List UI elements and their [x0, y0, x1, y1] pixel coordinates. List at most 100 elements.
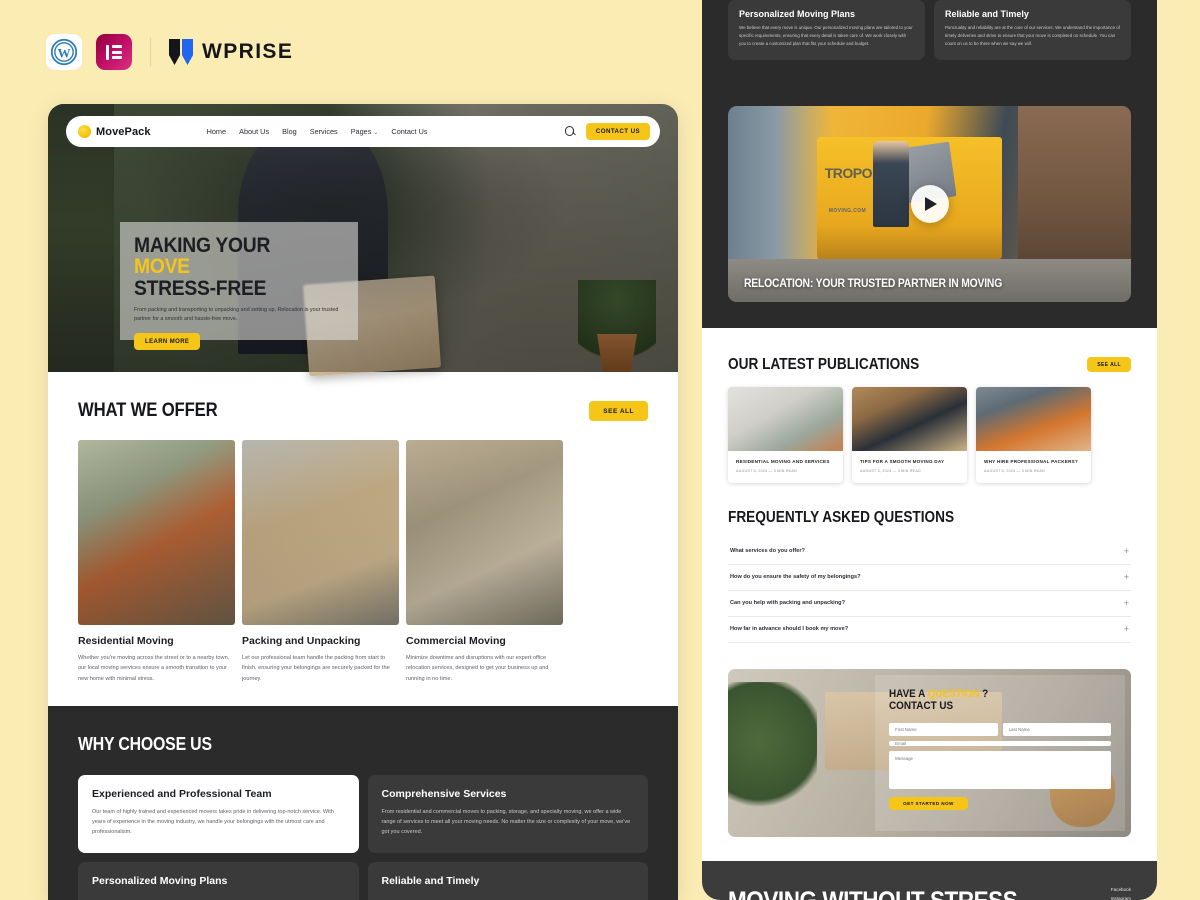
offer-see-all-button[interactable]: SEE ALL [589, 401, 648, 421]
nav-links: Home About Us Blog Services Pages ⌄ Conta… [207, 127, 428, 136]
message-field[interactable] [889, 751, 1111, 790]
why-card-title: Experienced and Professional Team [92, 788, 272, 801]
site-logo[interactable]: MovePack [78, 125, 151, 138]
publication-card[interactable]: TIPS FOR A SMOOTH MOVING DAY AUGUST 5, 2… [852, 386, 967, 483]
brandbar: W WPRISE [46, 34, 293, 70]
footer-socials: Facebook Instagram LinkedIn [1111, 887, 1131, 900]
contact-title-part1: HAVE A [889, 687, 928, 700]
publication-card[interactable]: WHY HIRE PROFESSIONAL PACKERS? AUGUST 5,… [976, 386, 1091, 483]
publication-meta: AUGUST 5, 2024 — 3 MIN READ [736, 468, 797, 473]
offer-title: WHAT WE OFFER [78, 400, 218, 421]
offer-grid: Residential Moving Whether you're moving… [78, 440, 648, 684]
scrolled-preview-panel: Personalized Moving Plans We believe tha… [702, 0, 1157, 900]
why-card-desc: Punctuality and reliability are at the c… [945, 25, 1120, 46]
why-cards-continued: Personalized Moving Plans We believe tha… [702, 0, 1157, 84]
hero-plant-pot [597, 334, 637, 372]
nav-item-contact-us[interactable]: Contact Us [391, 127, 427, 136]
nav-item-pages[interactable]: Pages ⌄ [351, 127, 379, 136]
get-started-button[interactable]: GET STARTED NOW [889, 797, 968, 811]
faq-list: What services do you offer? + How do you… [728, 539, 1131, 643]
screenshot-root: W WPRISE MovePack Home About Us Blog Ser… [0, 0, 1200, 900]
why-choose-us-title: WHY CHOOSE US [78, 734, 212, 755]
hero-section: MovePack Home About Us Blog Services Pag… [48, 104, 678, 377]
nav-item-blog[interactable]: Blog [282, 127, 297, 136]
publication-title: TIPS FOR A SMOOTH MOVING DAY [860, 458, 945, 464]
wprise-mark-icon [169, 39, 193, 65]
why-card-title: Reliable and Timely [945, 9, 1029, 19]
hero-title-highlight: MOVE [134, 255, 190, 279]
elementor-icon [96, 34, 132, 70]
faq-question: Can you help with packing and unpacking? [730, 600, 845, 607]
desktop-preview-panel: MovePack Home About Us Blog Services Pag… [48, 104, 678, 900]
faq-item[interactable]: What services do you offer? + [728, 539, 1131, 565]
play-icon[interactable] [910, 184, 949, 223]
offer-card-desc: Minimize downtime and disruptions with o… [406, 655, 549, 682]
contact-form-title: HAVE A QUESTION ? CONTACT US [889, 688, 1089, 713]
faq-item[interactable]: Can you help with packing and unpacking?… [728, 591, 1131, 617]
svg-text:W: W [57, 45, 70, 60]
why-card: Reliable and Timely [367, 861, 648, 900]
hero-content-card: MAKING YOUR MOVE STRESS-FREE From packin… [120, 222, 358, 351]
site-navbar: MovePack Home About Us Blog Services Pag… [66, 116, 660, 147]
offer-card[interactable]: Commercial Moving Minimize downtime and … [406, 440, 563, 684]
why-card-desc: We believe that every move is unique. Ou… [739, 25, 913, 46]
wprise-label: WPRISE [202, 40, 294, 63]
contact-banner: HAVE A QUESTION ? CONTACT US GET STARTED… [728, 668, 1131, 837]
hero-plant-right [578, 280, 656, 372]
site-brand-name: MovePack [96, 125, 151, 138]
footer-brand: MOVING WITHOUT STRESS [728, 887, 1018, 900]
faq-item[interactable]: How do you ensure the safety of my belon… [728, 565, 1131, 591]
navbar-contact-button[interactable]: CONTACT US [585, 123, 650, 140]
publication-card[interactable]: RESIDENTIAL MOVING AND SERVICES AUGUST 5… [728, 386, 843, 483]
first-name-field[interactable] [889, 723, 998, 737]
why-choose-us-grid: Experienced and Professional Team Our te… [78, 775, 648, 900]
footer-top: MOVING WITHOUT STRESS About Us Services … [728, 887, 1131, 900]
footer-social-facebook[interactable]: Facebook [1111, 887, 1131, 892]
faq-item[interactable]: How far in advance should I book my move… [728, 617, 1131, 643]
email-field[interactable] [889, 741, 1111, 747]
video-person [873, 141, 910, 228]
contact-title-highlight: QUESTION [927, 687, 980, 700]
nav-item-services[interactable]: Services [310, 127, 338, 136]
faq-question: How do you ensure the safety of my belon… [730, 574, 861, 581]
offer-card[interactable]: Packing and Unpacking Let our profession… [242, 440, 399, 684]
faq-title: FREQUENTLY ASKED QUESTIONS [728, 508, 955, 526]
publications-header: OUR LATEST PUBLICATIONS SEE ALL [728, 356, 1131, 374]
plus-icon[interactable]: + [1124, 598, 1129, 608]
offer-card[interactable]: Residential Moving Whether you're moving… [78, 440, 235, 684]
why-card: Comprehensive Services From residential … [367, 775, 648, 853]
offer-card-title: Residential Moving [78, 635, 174, 647]
hero-title-part1: MAKING YOUR [134, 234, 271, 257]
chevron-down-icon: ⌄ [373, 130, 379, 136]
why-card: Experienced and Professional Team Our te… [78, 775, 359, 853]
publication-title: RESIDENTIAL MOVING AND SERVICES [736, 458, 830, 464]
why-choose-us-section: WHY CHOOSE US Experienced and Profession… [48, 706, 678, 900]
hero-title: MAKING YOUR MOVE STRESS-FREE [134, 235, 327, 299]
hero-subtitle: From packing and transporting to unpacki… [134, 307, 339, 323]
publication-image [728, 386, 843, 451]
plus-icon[interactable]: + [1124, 624, 1129, 634]
video-player[interactable]: TROPOLIS MOVING.COM RELOCATION: YOUR TRU… [728, 105, 1131, 302]
nav-item-about-us[interactable]: About Us [239, 127, 269, 136]
last-name-field[interactable] [1002, 723, 1112, 737]
contact-section: HAVE A QUESTION ? CONTACT US GET STARTED… [702, 668, 1157, 861]
plus-icon[interactable]: + [1124, 546, 1129, 556]
why-card-desc: From residential and commercial moves to… [381, 809, 631, 836]
hero-learn-more-button[interactable]: LEARN MORE [134, 333, 201, 351]
search-icon[interactable] [564, 126, 576, 137]
faq-section: FREQUENTLY ASKED QUESTIONS What services… [702, 482, 1157, 669]
nav-item-home[interactable]: Home [207, 127, 226, 136]
why-card: Personalized Moving Plans [78, 861, 359, 900]
publications-grid: RESIDENTIAL MOVING AND SERVICES AUGUST 5… [728, 386, 1131, 483]
footer-social-instagram[interactable]: Instagram [1111, 896, 1131, 900]
navbar-right: CONTACT US [564, 123, 650, 140]
publications-see-all-button[interactable]: SEE ALL [1087, 357, 1131, 373]
why-card: Personalized Moving Plans We believe tha… [728, 0, 925, 60]
plus-icon[interactable]: + [1124, 572, 1129, 582]
faq-question: What services do you offer? [730, 548, 805, 555]
why-card-title: Comprehensive Services [381, 788, 507, 801]
offer-card-image [242, 440, 399, 625]
faq-question: How far in advance should I book my move… [730, 626, 849, 633]
publications-title: OUR LATEST PUBLICATIONS [728, 355, 920, 373]
contact-fields [889, 723, 1112, 790]
